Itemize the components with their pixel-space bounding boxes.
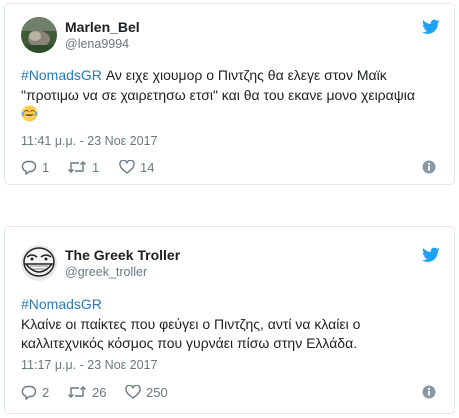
author-name[interactable]: Marlen_Bel — [65, 19, 140, 35]
tweet-card[interactable]: The Greek Troller @greek_troller #Nomads… — [4, 226, 455, 414]
retweet-count: 1 — [92, 159, 100, 175]
tweet-actions: 1 1 14 — [21, 157, 440, 177]
author-name[interactable]: The Greek Troller — [65, 247, 180, 263]
hashtag-link[interactable]: #NomadsGR — [21, 67, 102, 83]
tweet-text-line: "προτιμω να σε χαιρετησω ετσι" και θα το… — [21, 86, 415, 103]
reply-icon — [21, 160, 37, 175]
info-icon[interactable] — [422, 385, 436, 399]
reply-button[interactable]: 1 — [21, 157, 49, 177]
twitter-bird-icon[interactable] — [422, 19, 440, 35]
tweet-header: The Greek Troller @greek_troller — [21, 245, 440, 281]
like-button[interactable]: 14 — [119, 157, 154, 177]
heart-icon — [125, 385, 141, 399]
tweet-card[interactable]: Marlen_Bel @lena9994 #NomadsGR Αν ειχε χ… — [4, 3, 455, 185]
author-handle[interactable]: @greek_troller — [65, 265, 147, 279]
tweet-text: #NomadsGR Κλαίνε οι παίκτες που φεύγει ο… — [21, 295, 440, 354]
tweet-actions: 2 26 250 — [21, 382, 440, 402]
timestamp[interactable]: 11:17 μ.μ. - 23 Νοε 2017 — [21, 358, 158, 372]
retweet-count: 26 — [92, 384, 107, 400]
author-handle[interactable]: @lena9994 — [65, 37, 129, 51]
twitter-bird-icon[interactable] — [422, 247, 440, 263]
tweet-text-line: Αν ειχε χιουμορ ο Πιντζης θα ελεγε στον … — [105, 67, 387, 83]
tweet-header: Marlen_Bel @lena9994 — [21, 17, 440, 53]
like-count: 250 — [146, 384, 168, 400]
tweet-text-line: καλλιτεχνικός κόσμος που γυρνάει πίσω στ… — [21, 335, 358, 351]
tweet-text: #NomadsGR Αν ειχε χιουμορ ο Πιντζης θα ε… — [21, 66, 440, 125]
reply-button[interactable]: 2 — [21, 382, 49, 402]
reply-count: 1 — [42, 159, 50, 175]
avatar[interactable] — [21, 17, 57, 53]
timestamp[interactable]: 11:41 μ.μ. - 23 Νοε 2017 — [21, 134, 158, 148]
hashtag-link[interactable]: #NomadsGR — [21, 295, 440, 315]
info-icon[interactable] — [422, 160, 436, 174]
retweet-icon — [68, 386, 86, 398]
like-button[interactable]: 250 — [125, 382, 168, 402]
face-with-tears-of-joy-icon — [21, 105, 38, 122]
avatar[interactable] — [21, 245, 57, 281]
reply-count: 2 — [42, 384, 50, 400]
heart-icon — [119, 160, 135, 174]
tweet-text-line: Κλαίνε οι παίκτες που φεύγει ο Πιντζης, … — [21, 315, 361, 332]
reply-icon — [21, 385, 37, 400]
retweet-button[interactable]: 26 — [67, 382, 106, 402]
retweet-icon — [68, 161, 86, 173]
retweet-button[interactable]: 1 — [67, 157, 99, 177]
like-count: 14 — [140, 159, 155, 175]
